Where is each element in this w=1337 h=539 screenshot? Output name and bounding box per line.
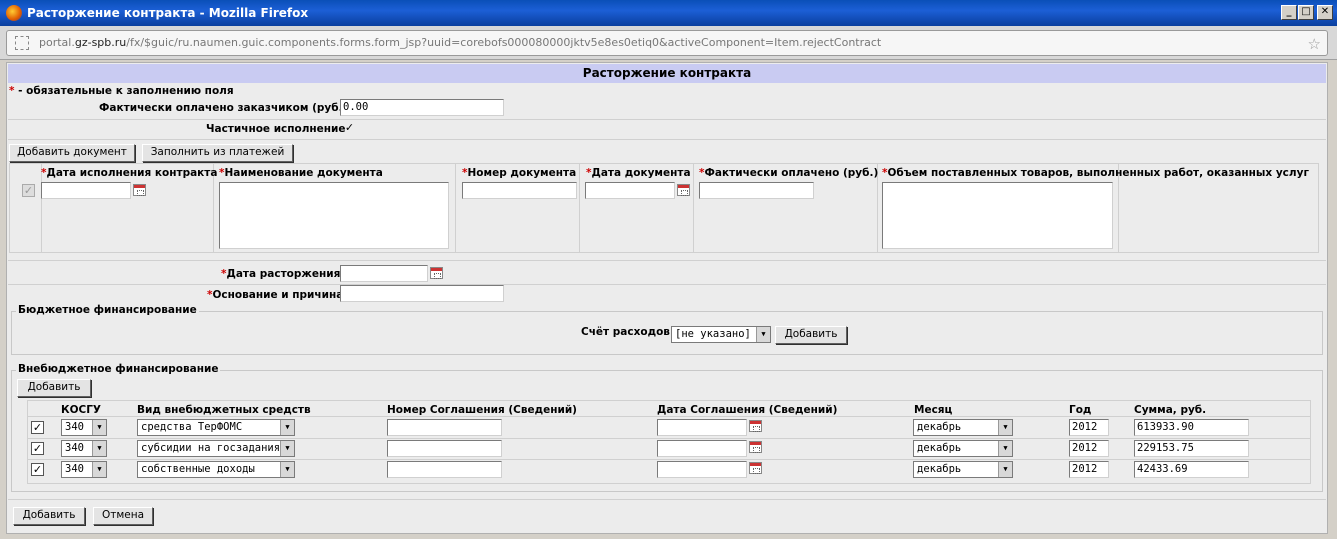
url-host: gz-spb.ru xyxy=(74,36,127,49)
col-kosgu: КОСГУ xyxy=(61,404,102,416)
col-agreement-date: Дата Соглашения (Сведений) xyxy=(657,404,838,416)
agreement-date-input[interactable] xyxy=(657,440,747,457)
close-button[interactable]: ✕ xyxy=(1317,5,1333,20)
kosgu-select[interactable]: 340 ▼ xyxy=(61,419,107,436)
firefox-icon xyxy=(6,5,22,21)
calendar-icon[interactable] xyxy=(677,184,690,196)
col-document-name: *Наименование документа xyxy=(219,167,383,179)
extrabudget-add-button[interactable]: Добавить xyxy=(17,379,91,397)
form-content: Расторжение контракта * - обязательные к… xyxy=(6,62,1328,534)
volume-textarea[interactable] xyxy=(882,182,1113,249)
expense-label: Счёт расходов xyxy=(581,326,670,338)
year-input[interactable]: 2012 xyxy=(1069,461,1109,478)
url-field[interactable]: portal.gz-spb.ru/fx/$guic/ru.naumen.guic… xyxy=(6,30,1328,56)
termination-date-label: *Дата расторжения xyxy=(221,268,341,280)
calendar-icon[interactable] xyxy=(749,420,762,432)
col-actually-paid: *Фактически оплачено (руб.) xyxy=(699,167,879,179)
agreement-number-input[interactable] xyxy=(387,419,502,436)
document-date-input[interactable] xyxy=(585,182,675,199)
year-input[interactable]: 2012 xyxy=(1069,419,1109,436)
sum-input[interactable]: 613933.90 xyxy=(1134,419,1249,436)
month-select[interactable]: декабрь ▼ xyxy=(913,419,1013,436)
year-input[interactable]: 2012 xyxy=(1069,440,1109,457)
extrabudget-row-checkbox[interactable]: ✓ xyxy=(31,442,44,455)
document-name-textarea[interactable] xyxy=(219,182,449,249)
fill-from-payments-button[interactable]: Заполнить из платежей xyxy=(142,144,293,162)
col-sum: Сумма, руб. xyxy=(1134,404,1207,416)
col-document-number: *Номер документа xyxy=(462,167,577,179)
extrabudget-legend: Внебюджетное финансирование xyxy=(16,363,221,375)
site-identity-icon[interactable] xyxy=(15,36,29,50)
reason-label: *Основание и причина xyxy=(207,289,344,301)
actually-paid-input[interactable] xyxy=(699,182,814,199)
execution-date-input[interactable] xyxy=(41,182,131,199)
sum-input[interactable]: 42433.69 xyxy=(1134,461,1249,478)
reason-input[interactable] xyxy=(340,285,504,302)
kosgu-select[interactable]: 340 ▼ xyxy=(61,461,107,478)
doc-row-checkbox[interactable]: ✓ xyxy=(22,184,35,197)
month-select[interactable]: декабрь ▼ xyxy=(913,461,1013,478)
partial-label: Частичное исполнение xyxy=(206,123,346,135)
col-agreement-number: Номер Соглашения (Сведений) xyxy=(387,404,577,416)
cancel-button[interactable]: Отмена xyxy=(93,507,153,525)
submit-add-button[interactable]: Добавить xyxy=(13,507,85,525)
kind-select[interactable]: субсидии на госзадания ▼ xyxy=(137,440,295,457)
col-document-date: *Дата документа xyxy=(586,167,691,179)
window-title: Расторжение контракта - Mozilla Firefox xyxy=(27,6,309,20)
paid-label: Фактически оплачено заказчиком (руб.) xyxy=(99,102,348,114)
agreement-number-input[interactable] xyxy=(387,461,502,478)
termination-date-input[interactable] xyxy=(340,265,428,282)
url-prefix: portal. xyxy=(39,36,75,49)
bookmark-star-icon[interactable]: ☆ xyxy=(1308,32,1321,56)
url-path: /fx/$guic/ru.naumen.guic.components.form… xyxy=(126,36,882,49)
extrabudget-row-checkbox[interactable]: ✓ xyxy=(31,463,44,476)
agreement-date-input[interactable] xyxy=(657,419,747,436)
kind-select[interactable]: средства ТерФОМС ▼ xyxy=(137,419,295,436)
extrabudget-row-checkbox[interactable]: ✓ xyxy=(31,421,44,434)
address-bar: portal.gz-spb.ru/fx/$guic/ru.naumen.guic… xyxy=(0,26,1337,60)
form-header: Расторжение контракта xyxy=(8,64,1326,83)
required-note: * - обязательные к заполнению поля xyxy=(9,85,234,97)
budget-add-button[interactable]: Добавить xyxy=(775,326,847,344)
calendar-icon[interactable] xyxy=(749,462,762,474)
col-month: Месяц xyxy=(914,404,953,416)
window-titlebar: Расторжение контракта - Mozilla Firefox … xyxy=(0,0,1337,26)
kosgu-select[interactable]: 340 ▼ xyxy=(61,440,107,457)
calendar-icon[interactable] xyxy=(749,441,762,453)
col-year: Год xyxy=(1069,404,1092,416)
calendar-icon[interactable] xyxy=(133,184,146,196)
document-number-input[interactable] xyxy=(462,182,577,199)
col-kind: Вид внебюджетных средств xyxy=(137,404,311,416)
kind-select[interactable]: собственные доходы ▼ xyxy=(137,461,295,478)
budget-legend: Бюджетное финансирование xyxy=(16,304,199,316)
expense-select[interactable]: [не указано] ▼ xyxy=(671,326,771,343)
minimize-button[interactable]: _ xyxy=(1281,5,1297,20)
calendar-icon[interactable] xyxy=(430,267,443,279)
col-execution-date: *Дата исполнения контракта xyxy=(41,167,218,179)
paid-input[interactable]: 0.00 xyxy=(340,99,504,116)
maximize-button[interactable]: □ xyxy=(1298,5,1314,20)
agreement-date-input[interactable] xyxy=(657,461,747,478)
month-select[interactable]: декабрь ▼ xyxy=(913,440,1013,457)
partial-checkbox[interactable]: ✓ xyxy=(343,122,356,135)
sum-input[interactable]: 229153.75 xyxy=(1134,440,1249,457)
add-document-button[interactable]: Добавить документ xyxy=(9,144,135,162)
col-volume: *Объем поставленных товаров, выполненных… xyxy=(882,167,1309,179)
agreement-number-input[interactable] xyxy=(387,440,502,457)
